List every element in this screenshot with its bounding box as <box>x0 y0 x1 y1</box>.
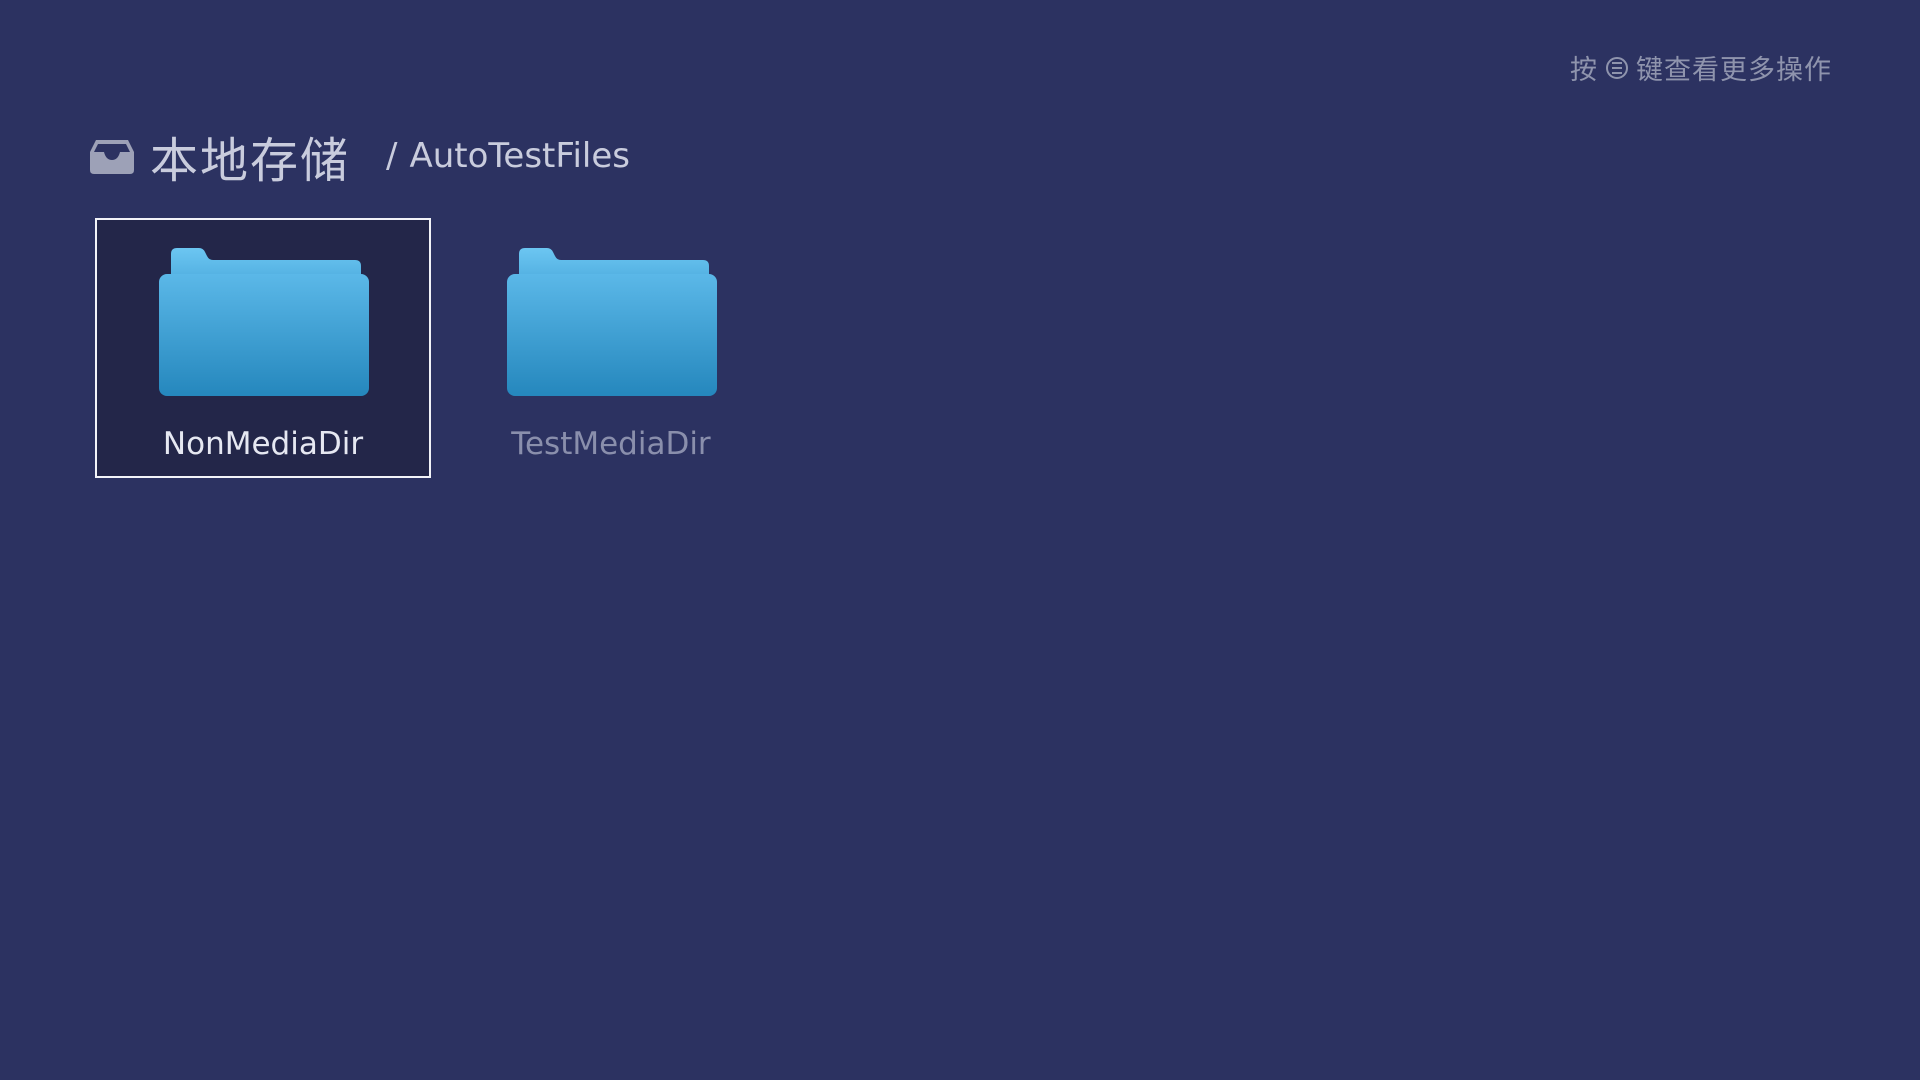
hint-suffix: 键查看更多操作 <box>1636 55 1832 86</box>
folder-icon <box>159 248 369 396</box>
folder-tile-testmediadir[interactable]: TestMediaDir <box>443 218 779 478</box>
folder-tile-nonmediadir[interactable]: NonMediaDir <box>95 218 431 478</box>
inbox-tray-icon <box>90 140 134 174</box>
file-browser-screen: 按 键查看更多操作 本地存储 / AutoTestFiles NonMediaD… <box>0 0 1920 1080</box>
folder-name: TestMediaDir <box>511 426 711 462</box>
storage-title[interactable]: 本地存储 <box>150 121 350 191</box>
breadcrumb: 本地存储 / AutoTestFiles <box>90 126 630 189</box>
breadcrumb-current-folder: AutoTestFiles <box>409 136 630 176</box>
menu-hint: 按 键查看更多操作 <box>1570 48 1832 87</box>
folder-icon <box>507 248 717 396</box>
breadcrumb-separator: / <box>386 136 398 176</box>
hint-prefix: 按 <box>1570 55 1598 86</box>
folder-name: NonMediaDir <box>162 426 364 462</box>
menu-key-icon <box>1606 56 1628 79</box>
folder-grid: NonMediaDir TestMediaDir <box>95 218 779 478</box>
